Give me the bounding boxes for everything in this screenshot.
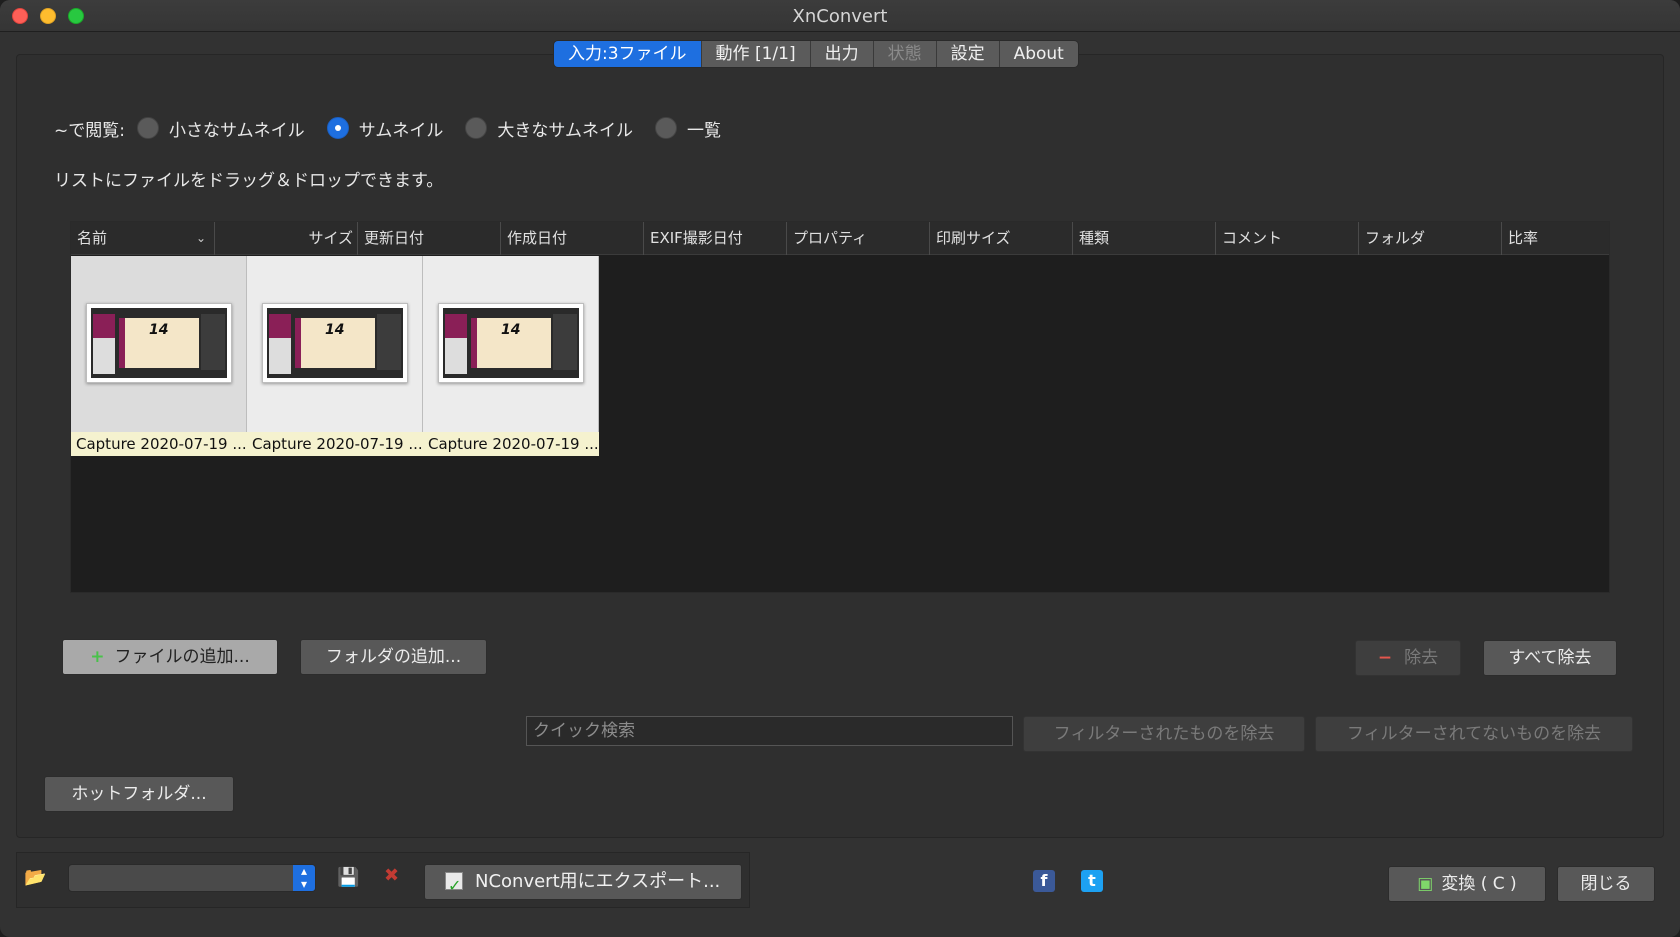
tab-settings[interactable]: 設定 xyxy=(936,41,1000,67)
convert-label: 変換 ( C ) xyxy=(1441,874,1517,894)
thumbnail-text: 14 xyxy=(149,322,169,338)
facebook-icon[interactable]: f xyxy=(1033,870,1055,892)
radio-dot xyxy=(326,117,349,139)
remove-all-button[interactable]: すべて除去 xyxy=(1483,640,1617,676)
remove-button[interactable]: − 除去 xyxy=(1355,640,1461,676)
drag-drop-hint: リストにファイルをドラッグ＆ドロップできます。 xyxy=(54,171,444,191)
tab-actions[interactable]: 動作 [1/1] xyxy=(701,41,811,67)
radio-label: 一覧 xyxy=(687,120,721,141)
thumbnail-text: 14 xyxy=(325,322,345,338)
file-caption: Capture 2020-07-19 ... xyxy=(71,432,247,456)
column-created[interactable]: 作成日付 xyxy=(501,222,644,255)
remove-unfiltered-button[interactable]: フィルターされてないものを除去 xyxy=(1315,716,1633,752)
radio-label: 小さなサムネイル xyxy=(168,120,305,141)
tab-output[interactable]: 出力 xyxy=(810,41,874,67)
app-window: XnConvert 入力:3ファイル 動作 [1/1] 出力 状態 設定 Abo… xyxy=(0,0,1680,937)
file-thumbnail[interactable]: 14 Capture 2020-07-19 ... xyxy=(71,256,247,456)
file-list-header: 名前 ⌄ サイズ 更新日付 作成日付 EXIF撮影日付 プロパティ 印刷サイズ … xyxy=(71,222,1609,255)
tab-input[interactable]: 入力:3ファイル xyxy=(554,41,702,67)
radio-label: 大きなサムネイル xyxy=(497,120,633,141)
column-folder[interactable]: フォルダ xyxy=(1359,222,1502,255)
twitter-icon[interactable]: t xyxy=(1081,870,1103,892)
column-name[interactable]: 名前 ⌄ xyxy=(71,222,215,255)
file-caption: Capture 2020-07-19 ... xyxy=(247,432,423,456)
column-size[interactable]: サイズ xyxy=(215,222,358,255)
save-icon[interactable]: 💾 xyxy=(337,868,359,888)
column-type[interactable]: 種類 xyxy=(1073,222,1216,255)
add-files-button[interactable]: + ファイルの追加... xyxy=(62,639,278,675)
delete-icon[interactable]: ✖ xyxy=(384,866,399,886)
view-small-thumbnails-radio[interactable]: 小さなサムネイル xyxy=(136,116,305,141)
column-comment[interactable]: コメント xyxy=(1216,222,1359,255)
column-print-size[interactable]: 印刷サイズ xyxy=(930,222,1073,255)
column-exif-date[interactable]: EXIF撮影日付 xyxy=(644,222,787,255)
add-folder-button[interactable]: フォルダの追加... xyxy=(300,639,487,675)
column-modified[interactable]: 更新日付 xyxy=(358,222,501,255)
radio-dot xyxy=(136,117,159,139)
plus-icon: + xyxy=(90,647,105,667)
remove-filtered-button[interactable]: フィルターされたものを除去 xyxy=(1023,716,1305,752)
thumbnail-image: 14 xyxy=(438,303,584,383)
file-caption: Capture 2020-07-19 ... xyxy=(423,432,599,456)
tab-about[interactable]: About xyxy=(999,41,1078,67)
file-thumbnail[interactable]: 14 Capture 2020-07-19 ... xyxy=(423,256,599,456)
chevron-down-icon: ⌄ xyxy=(195,231,206,245)
view-large-thumbnails-radio[interactable]: 大きなサムネイル xyxy=(465,116,633,141)
thumbnail-image: 14 xyxy=(262,303,408,383)
radio-label: サムネイル xyxy=(358,120,444,141)
radio-dot xyxy=(465,117,488,139)
view-list-radio[interactable]: 一覧 xyxy=(655,116,721,141)
thumbnail-text: 14 xyxy=(501,322,521,338)
column-label: 名前 xyxy=(77,229,108,247)
view-mode-label: ~で閲覧: xyxy=(54,120,125,141)
remove-label: 除去 xyxy=(1404,648,1439,668)
minus-icon: − xyxy=(1377,648,1393,668)
file-thumbnail[interactable]: 14 Capture 2020-07-19 ... xyxy=(247,256,423,456)
title-bar: XnConvert xyxy=(0,0,1680,32)
preset-select[interactable]: ▴ ▾ xyxy=(68,864,316,892)
add-files-label: ファイルの追加... xyxy=(114,647,250,667)
folder-open-icon[interactable]: 📂 xyxy=(24,868,46,888)
window-title: XnConvert xyxy=(792,6,888,27)
file-list[interactable]: 名前 ⌄ サイズ 更新日付 作成日付 EXIF撮影日付 プロパティ 印刷サイズ … xyxy=(70,221,1610,593)
tab-status[interactable]: 状態 xyxy=(873,41,937,67)
close-button[interactable]: 閉じる xyxy=(1557,866,1655,902)
chevron-updown-icon: ▴ ▾ xyxy=(293,865,315,891)
view-thumbnails-radio[interactable]: サムネイル xyxy=(326,116,444,141)
view-mode-row: ~で閲覧: 小さなサムネイル サムネイル 大きなサムネイル 一覧 xyxy=(54,114,743,142)
column-properties[interactable]: プロパティ xyxy=(787,222,930,255)
export-nconvert-button[interactable]: NConvert用にエクスポート... xyxy=(424,864,742,903)
convert-icon: ▣ xyxy=(1417,874,1434,894)
main-tabs: 入力:3ファイル 動作 [1/1] 出力 状態 設定 About xyxy=(553,40,1079,68)
column-ratio[interactable]: 比率 xyxy=(1502,222,1609,255)
hot-folder-button[interactable]: ホットフォルダ... xyxy=(44,776,234,812)
quick-search-input[interactable]: クイック検索 xyxy=(526,716,1013,746)
export-icon xyxy=(445,869,463,903)
convert-button[interactable]: ▣ 変換 ( C ) xyxy=(1388,866,1546,902)
export-label: NConvert用にエクスポート... xyxy=(475,871,721,892)
thumbnail-image: 14 xyxy=(86,303,232,383)
radio-dot xyxy=(655,117,677,139)
